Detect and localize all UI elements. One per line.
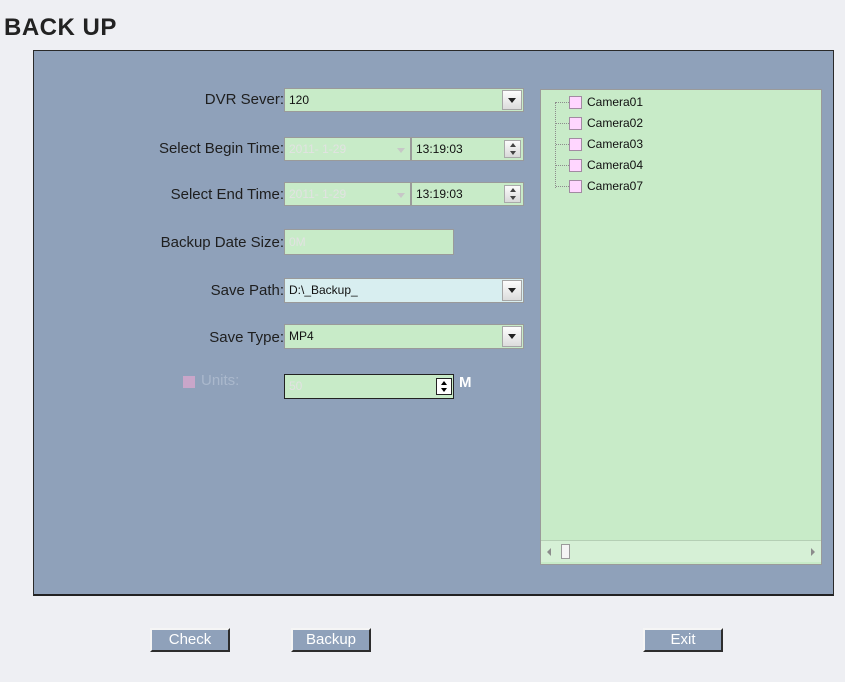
end-time-input[interactable]: 13:19:03 <box>411 182 524 206</box>
date-dropdown-icon[interactable] <box>397 193 405 198</box>
date-dropdown-icon[interactable] <box>397 148 405 153</box>
save-path-label: Save Path: <box>210 282 284 299</box>
tree-item-camera01[interactable]: Camera01 <box>569 92 643 112</box>
end-date-value: 2011- 1-29 <box>289 187 347 201</box>
units-suffix: M <box>459 374 472 391</box>
units-value: 50 <box>289 379 303 393</box>
camera-label: Camera07 <box>587 179 644 193</box>
end-time-label: Select End Time: <box>170 186 284 203</box>
tree-connector <box>556 144 569 145</box>
backup-button[interactable]: Backup <box>291 628 371 652</box>
scroll-right-icon[interactable] <box>811 548 815 556</box>
save-path-select[interactable]: D:\_Backup_ <box>284 278 524 303</box>
tree-connector <box>556 186 569 187</box>
tree-connector <box>556 102 569 103</box>
tree-checkbox-icon[interactable] <box>569 95 582 109</box>
tree-item-camera02[interactable]: Camera02 <box>569 113 643 133</box>
end-date-picker[interactable]: 2011- 1-29 <box>284 182 411 206</box>
tree-connector <box>556 165 569 166</box>
camera-label: Camera04 <box>587 158 644 172</box>
begin-time-label: Select Begin Time: <box>158 140 284 157</box>
save-type-value: MP4 <box>289 329 314 343</box>
end-time-value: 13:19:03 <box>416 187 463 201</box>
window-title: BACK UP <box>4 14 117 41</box>
spin-updown-icon[interactable] <box>504 185 521 203</box>
tree-connector <box>555 102 556 188</box>
dvr-server-label: DVR Sever: <box>204 91 284 108</box>
tree-checkbox-icon[interactable] <box>569 116 582 130</box>
tree-item-camera04[interactable]: Camera04 <box>569 155 643 175</box>
dropdown-arrow-icon[interactable] <box>502 326 522 347</box>
begin-time-input[interactable]: 13:19:03 <box>411 137 524 161</box>
spin-updown-icon[interactable] <box>436 378 452 395</box>
units-input[interactable]: 50 <box>284 374 454 399</box>
camera-label: Camera01 <box>587 95 644 109</box>
camera-tree: Camera01 Camera02 Camera03 Camera04 Came… <box>540 89 822 565</box>
tree-checkbox-icon[interactable] <box>569 179 582 193</box>
dropdown-arrow-icon[interactable] <box>502 90 522 110</box>
dropdown-arrow-icon[interactable] <box>502 280 522 301</box>
tree-checkbox-icon[interactable] <box>569 158 582 172</box>
save-type-label: Save Type: <box>209 329 284 346</box>
dvr-server-select[interactable]: 120 <box>284 88 524 112</box>
units-label: Units: <box>201 372 240 389</box>
save-path-value: D:\_Backup_ <box>289 283 358 297</box>
begin-date-picker[interactable]: 2011- 1-29 <box>284 137 411 161</box>
check-button[interactable]: Check <box>150 628 230 652</box>
scroll-thumb[interactable] <box>561 544 570 559</box>
begin-date-value: 2011- 1-29 <box>289 142 347 156</box>
camera-label: Camera02 <box>587 116 644 130</box>
spin-updown-icon[interactable] <box>504 140 521 158</box>
units-checkbox[interactable] <box>183 376 195 388</box>
tree-connector <box>556 123 569 124</box>
tree-horizontal-scrollbar[interactable] <box>541 540 821 562</box>
tree-item-camera07[interactable]: Camera07 <box>569 176 643 196</box>
tree-item-camera03[interactable]: Camera03 <box>569 134 643 154</box>
camera-label: Camera03 <box>587 137 644 151</box>
data-size-label: Backup Date Size: <box>160 234 284 251</box>
tree-checkbox-icon[interactable] <box>569 137 582 151</box>
save-type-select[interactable]: MP4 <box>284 324 524 349</box>
data-size-field: 0M <box>284 229 454 255</box>
dvr-server-value: 120 <box>289 93 310 107</box>
exit-button[interactable]: Exit <box>643 628 723 652</box>
begin-time-value: 13:19:03 <box>416 142 463 156</box>
scroll-left-icon[interactable] <box>547 548 551 556</box>
